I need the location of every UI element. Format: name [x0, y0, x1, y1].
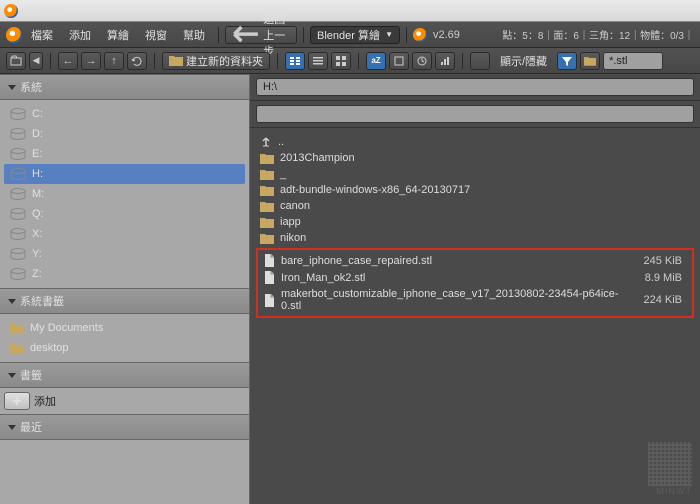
drive-item[interactable]: H:	[4, 164, 245, 184]
bookmark-panel-header[interactable]: 書籤	[0, 362, 249, 388]
nav-back-button[interactable]: ←	[58, 52, 78, 70]
sysbookmark-panel-header[interactable]: 系統書籤	[0, 288, 249, 314]
chevron-down-icon: ▼	[385, 30, 393, 39]
highlighted-files: bare_iphone_case_repaired.stl245 KiBIron…	[256, 248, 694, 318]
drive-item[interactable]: E:	[4, 144, 245, 164]
file-row[interactable]: bare_iphone_case_repaired.stl245 KiB	[260, 252, 690, 269]
triangle-down-icon	[8, 85, 16, 90]
menu-bar: 檔案 添加 算繪 視窗 幫助 返回上一步 Blender 算繪 ▼ v2.69 …	[0, 22, 700, 48]
file-main: .. 2013Champion_adt-bundle-windows-x86_6…	[250, 74, 700, 504]
view-short-button[interactable]	[285, 52, 305, 70]
nav-up-button[interactable]: ↑	[104, 52, 124, 70]
sort-time-button[interactable]	[412, 52, 432, 70]
showhide-label: 顯示/隱藏	[493, 51, 554, 71]
filename-input[interactable]	[256, 105, 694, 123]
menu-window[interactable]: 視窗	[138, 25, 174, 45]
path-input[interactable]	[256, 78, 694, 96]
view-list-button[interactable]	[308, 52, 328, 70]
plus-icon: ✚	[12, 395, 21, 408]
file-list: .. 2013Champion_adt-bundle-windows-x86_6…	[250, 128, 700, 504]
drive-item[interactable]: X:	[4, 224, 245, 244]
folder-row[interactable]: canon	[256, 198, 694, 214]
bookmarks-list: My Documentsdesktop	[0, 314, 249, 362]
menu-help[interactable]: 幫助	[176, 25, 212, 45]
drive-item[interactable]: Q:	[4, 204, 245, 224]
bookmark-item[interactable]: desktop	[4, 338, 245, 358]
back-arrow-icon	[232, 20, 260, 48]
filter-folder-button[interactable]	[580, 52, 600, 70]
engine-label: Blender 算繪	[317, 27, 380, 43]
stats-text: 點：5：8｜面：6｜三角：12｜物體：0/3｜	[502, 27, 694, 42]
menu-add[interactable]: 添加	[62, 25, 98, 45]
engine-selector[interactable]: Blender 算繪 ▼	[310, 26, 400, 44]
add-bookmark-label: 添加	[34, 393, 56, 409]
add-bookmark-button[interactable]: ✚	[4, 392, 30, 410]
sidebar: 系統 C:D:E:H:M:Q:X:Y:Z: 系統書籤 My Documentsd…	[0, 74, 250, 504]
menu-render[interactable]: 算繪	[100, 25, 136, 45]
qr-icon	[648, 442, 692, 486]
showhide-check[interactable]	[470, 52, 490, 70]
drive-item[interactable]: M:	[4, 184, 245, 204]
back-button[interactable]: 返回上一步	[225, 26, 297, 44]
file-row[interactable]: makerbot_customizable_iphone_case_v17_20…	[260, 286, 690, 314]
new-folder-button[interactable]: 建立新的資料夾	[162, 52, 270, 70]
filter-input[interactable]	[603, 52, 663, 70]
folder-row[interactable]: 2013Champion	[256, 150, 694, 166]
folder-row[interactable]: iapp	[256, 214, 694, 230]
folder-icon	[169, 55, 183, 66]
system-panel-header[interactable]: 系統	[0, 74, 249, 100]
folder-row[interactable]: adt-bundle-windows-x86_64-20130717	[256, 182, 694, 198]
parent-dir-row[interactable]: ..	[256, 134, 694, 150]
triangle-down-icon	[8, 299, 16, 304]
filter-toggle[interactable]	[557, 52, 577, 70]
file-toolbar: ◀ ← → ↑ 建立新的資料夾 aZ 顯示/隱藏	[0, 48, 700, 74]
drives-list: C:D:E:H:M:Q:X:Y:Z:	[0, 100, 249, 288]
triangle-down-icon	[8, 425, 16, 430]
watermark: MINWT	[648, 442, 692, 496]
drive-item[interactable]: Z:	[4, 264, 245, 284]
bookmark-item[interactable]: My Documents	[4, 318, 245, 338]
nav-fwd-button[interactable]: →	[81, 52, 101, 70]
collapse-button[interactable]: ◀	[29, 52, 43, 70]
folder-row[interactable]: nikon	[256, 230, 694, 246]
drive-item[interactable]: Y:	[4, 244, 245, 264]
window-titlebar: Blender	[0, 0, 700, 22]
recent-panel-header[interactable]: 最近	[0, 414, 249, 440]
sort-size-button[interactable]	[435, 52, 455, 70]
drive-item[interactable]: D:	[4, 124, 245, 144]
blender-small-icon	[413, 28, 427, 42]
folder-row[interactable]: _	[256, 166, 694, 182]
file-row[interactable]: Iron_Man_ok2.stl8.9 MiB	[260, 269, 690, 286]
nav-refresh-button[interactable]	[127, 52, 147, 70]
sort-az-button[interactable]: aZ	[366, 52, 386, 70]
drive-item[interactable]: C:	[4, 104, 245, 124]
blender-logo-icon	[4, 4, 18, 18]
blender-icon[interactable]	[6, 27, 22, 43]
filebrowser-icon-button[interactable]	[6, 52, 26, 70]
menu-file[interactable]: 檔案	[24, 25, 60, 45]
view-thumb-button[interactable]	[331, 52, 351, 70]
triangle-down-icon	[8, 373, 16, 378]
sort-ext-button[interactable]	[389, 52, 409, 70]
up-arrow-icon	[260, 136, 272, 148]
window-title: Blender	[24, 5, 62, 17]
new-folder-label: 建立新的資料夾	[186, 53, 263, 69]
version-label: v2.69	[433, 29, 460, 41]
